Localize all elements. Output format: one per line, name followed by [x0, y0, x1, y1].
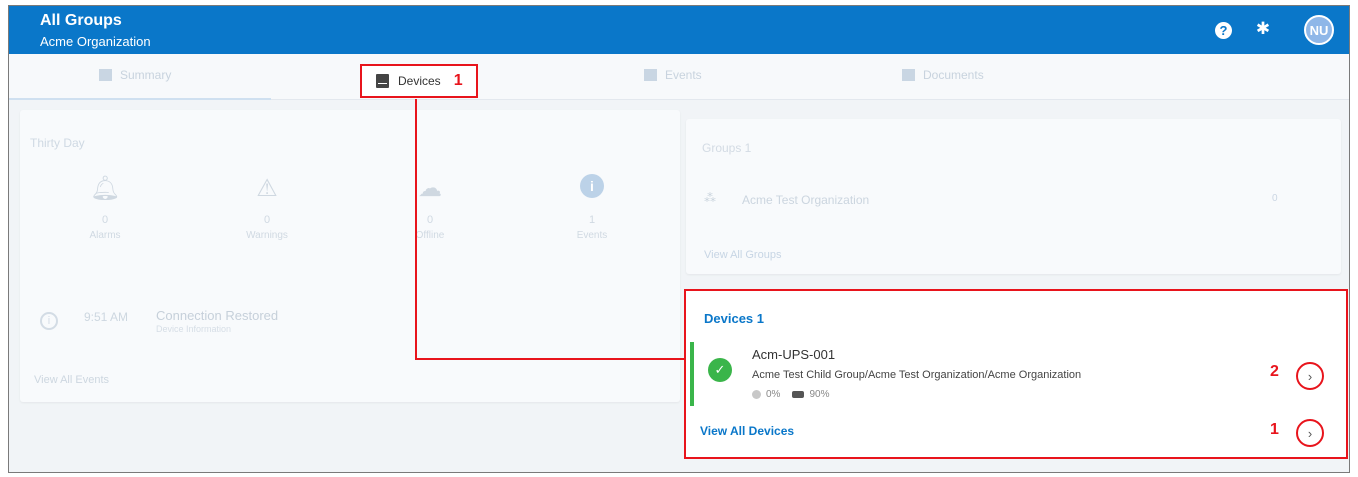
load-icon [752, 390, 761, 399]
device-battery: 90% [809, 389, 830, 400]
device-stats: 0% 90% [752, 389, 829, 400]
device-load: 0% [766, 389, 781, 400]
battery-icon [792, 391, 805, 398]
view-all-devices-link[interactable]: View All Devices [700, 424, 794, 438]
devices-card: Devices 1 ✓ Acm-UPS-001 Acme Test Child … [684, 289, 1348, 459]
chevron-right-icon: › [1307, 368, 1313, 384]
device-path: Acme Test Child Group/Acme Test Organiza… [752, 369, 1082, 381]
app-window: All Groups Acme Organization ? ✱ NU Summ… [8, 5, 1350, 473]
check-icon: ✓ [708, 358, 732, 382]
devices-title: Devices 1 [704, 311, 764, 326]
device-name: Acm-UPS-001 [752, 347, 836, 362]
view-all-devices-button[interactable]: › [1296, 419, 1324, 447]
device-open-button[interactable]: › [1296, 362, 1324, 390]
step-marker: 1 [1270, 421, 1279, 438]
chevron-right-icon: › [1307, 425, 1313, 441]
device-row[interactable]: ✓ Acm-UPS-001 Acme Test Child Group/Acme… [690, 342, 1340, 406]
step-marker: 2 [1270, 363, 1279, 380]
